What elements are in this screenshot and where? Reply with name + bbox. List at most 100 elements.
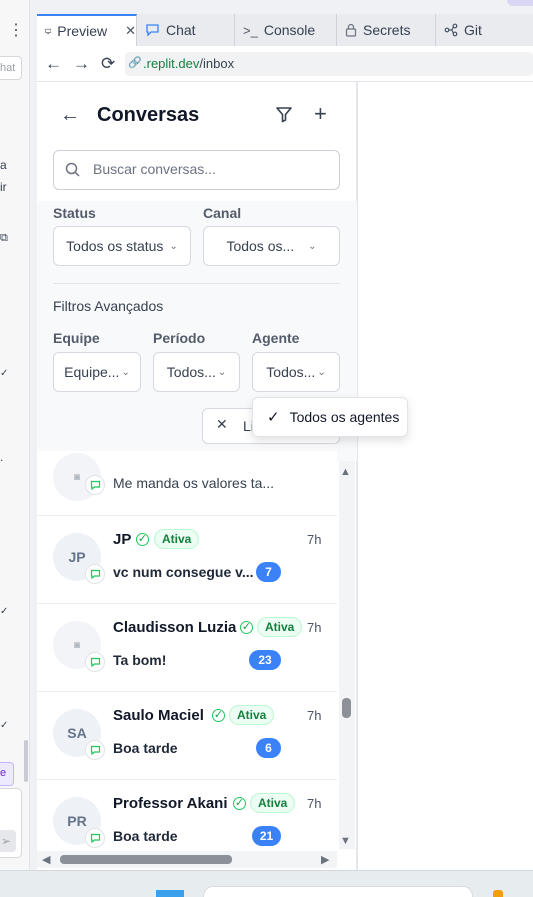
taskbar-app-icon[interactable] [493, 890, 503, 897]
status-select[interactable]: Todos os status ⌄ [53, 226, 191, 266]
window-corner-decoration [507, 0, 533, 6]
more-options-icon[interactable]: ⋮ [8, 20, 24, 40]
tab-git[interactable]: Git [436, 14, 533, 46]
check-icon: ✓ [267, 409, 280, 426]
close-icon[interactable]: ✕ [125, 23, 136, 39]
chevron-down-icon: ⌄ [217, 366, 227, 378]
scroll-right-icon[interactable]: ▶ [321, 853, 329, 866]
status-label: Status [53, 205, 96, 221]
unread-badge: 7 [256, 562, 281, 582]
status-badge: Ativa [229, 705, 275, 725]
left-panel-scrollbar[interactable] [24, 740, 28, 782]
advanced-filters-title: Filtros Avançados [53, 298, 164, 314]
verified-check-icon: ✓ [240, 621, 253, 634]
chevron-down-icon: ⌄ [317, 366, 326, 378]
filter-icon[interactable] [274, 104, 294, 124]
forward-arrow-icon[interactable]: → [73, 54, 90, 74]
link-icon: 🔗 [128, 57, 142, 69]
send-icon[interactable]: ➢ [0, 830, 16, 852]
scroll-left-icon[interactable]: ◀ [42, 853, 50, 866]
channel-select-value: Todos os... [226, 238, 295, 254]
team-select[interactable]: Equipe... ⌄ [53, 352, 141, 392]
left-panel-fragment: ir [0, 180, 7, 194]
team-select-value: Equipe... [64, 364, 120, 380]
left-panel-fragment: e [0, 767, 7, 779]
agent-dropdown-menu[interactable]: ✓ Todos os agentes [252, 397, 408, 437]
left-panel-button[interactable]: hat [0, 56, 22, 80]
chevron-down-icon: ⌄ [121, 366, 130, 378]
tab-console[interactable]: >_ Console [235, 14, 337, 46]
whatsapp-icon [85, 652, 105, 672]
conversation-preview: Me manda os valores ta... [113, 475, 275, 491]
list-scrollbar[interactable] [339, 461, 355, 849]
contact-name: Professor Akani [113, 795, 228, 812]
status-badge: Ativa [250, 793, 296, 813]
conversation-item[interactable]: ▣ Me manda os valores ta... [37, 451, 337, 516]
dropdown-option[interactable]: Todos os agentes [290, 409, 400, 425]
tab-chat[interactable]: Chat [137, 14, 235, 46]
whatsapp-icon [85, 475, 105, 495]
taskbar-search[interactable] [203, 886, 473, 897]
panel-divider[interactable] [357, 82, 358, 870]
windows-start-icon[interactable] [156, 890, 184, 897]
conversation-time: 7h [307, 796, 322, 811]
whatsapp-icon [85, 740, 105, 760]
tab-label: Secrets [363, 22, 411, 38]
reload-icon[interactable]: ⟳ [101, 54, 115, 74]
chat-bubble-icon [146, 24, 159, 37]
lock-icon [345, 23, 357, 37]
left-panel-chip[interactable]: e [0, 762, 14, 786]
scroll-down-icon[interactable]: ▼ [340, 835, 351, 847]
section-divider [53, 283, 340, 284]
check-icon: ✓ [0, 606, 9, 617]
contact-name: JP [113, 531, 132, 548]
conversation-preview: vc num consegue v... [113, 564, 254, 580]
left-panel-fragment: . [0, 450, 4, 464]
scrollbar-thumb[interactable] [342, 698, 351, 718]
status-badge: Ativa [154, 529, 200, 549]
unread-badge: 6 [256, 738, 281, 758]
tab-secrets[interactable]: Secrets [337, 14, 436, 46]
verified-check-icon: ✓ [212, 709, 225, 722]
chevron-down-icon[interactable]: ✓ [0, 368, 8, 379]
scroll-up-icon[interactable]: ▲ [340, 466, 351, 478]
channel-label: Canal [203, 205, 242, 221]
chevron-down-icon: ⌄ [169, 240, 178, 252]
back-arrow-icon[interactable]: ← [45, 54, 62, 74]
tab-label: Chat [166, 22, 196, 38]
search-icon [65, 162, 80, 177]
whatsapp-icon [85, 564, 105, 584]
page-title: Conversas [97, 104, 200, 126]
add-conversation-button[interactable]: + [314, 101, 327, 127]
terminal-icon: >_ [243, 22, 258, 38]
chevron-down-icon: ⌄ [308, 240, 317, 252]
verified-check-icon: ✓ [136, 533, 149, 546]
conversation-item[interactable]: SA Saulo Maciel ✓ Ativa 7h Boa tarde 6 [37, 692, 337, 780]
tab-label: Git [464, 22, 482, 38]
external-link-icon[interactable]: ⧉ [0, 232, 8, 245]
git-branch-icon [444, 23, 458, 37]
conversation-item[interactable]: PR Professor Akani ✓ Ativa 7h Boa tarde … [37, 780, 337, 851]
period-select[interactable]: Todos... ⌄ [153, 352, 240, 392]
contact-name: Saulo Maciel [113, 707, 204, 724]
contact-name: Claudisson Luzia [113, 619, 237, 636]
conversation-time: 7h [307, 708, 322, 723]
left-panel-fragment: hat [0, 62, 16, 74]
agent-select[interactable]: Todos... ⌄ [252, 352, 340, 392]
back-arrow-icon[interactable]: ← [60, 104, 80, 127]
conversation-time: 7h [307, 532, 322, 547]
scrollbar-thumb[interactable] [60, 855, 232, 864]
left-panel-fragment: a [0, 158, 7, 172]
channel-select[interactable]: Todos os... ⌄ [203, 226, 340, 266]
status-select-value: Todos os status [66, 238, 164, 254]
search-input[interactable] [93, 161, 333, 177]
conversation-item[interactable]: ▣ Claudisson Luzia ✓ Ativa 7h Ta bom! 23 [37, 604, 337, 692]
tab-preview[interactable]: Preview ✕ [37, 14, 137, 46]
conversation-item[interactable]: JP JP ✓ Ativa 7h vc num consegue v... 7 [37, 516, 337, 604]
conversation-preview: Boa tarde [113, 828, 178, 844]
url-path: /inbox [199, 56, 235, 71]
team-label: Equipe [53, 330, 100, 346]
url-field[interactable]: 🔗 .replit.dev/inbox [125, 52, 533, 76]
close-icon: ✕ [216, 416, 228, 432]
conversation-preview: Boa tarde [113, 740, 178, 756]
